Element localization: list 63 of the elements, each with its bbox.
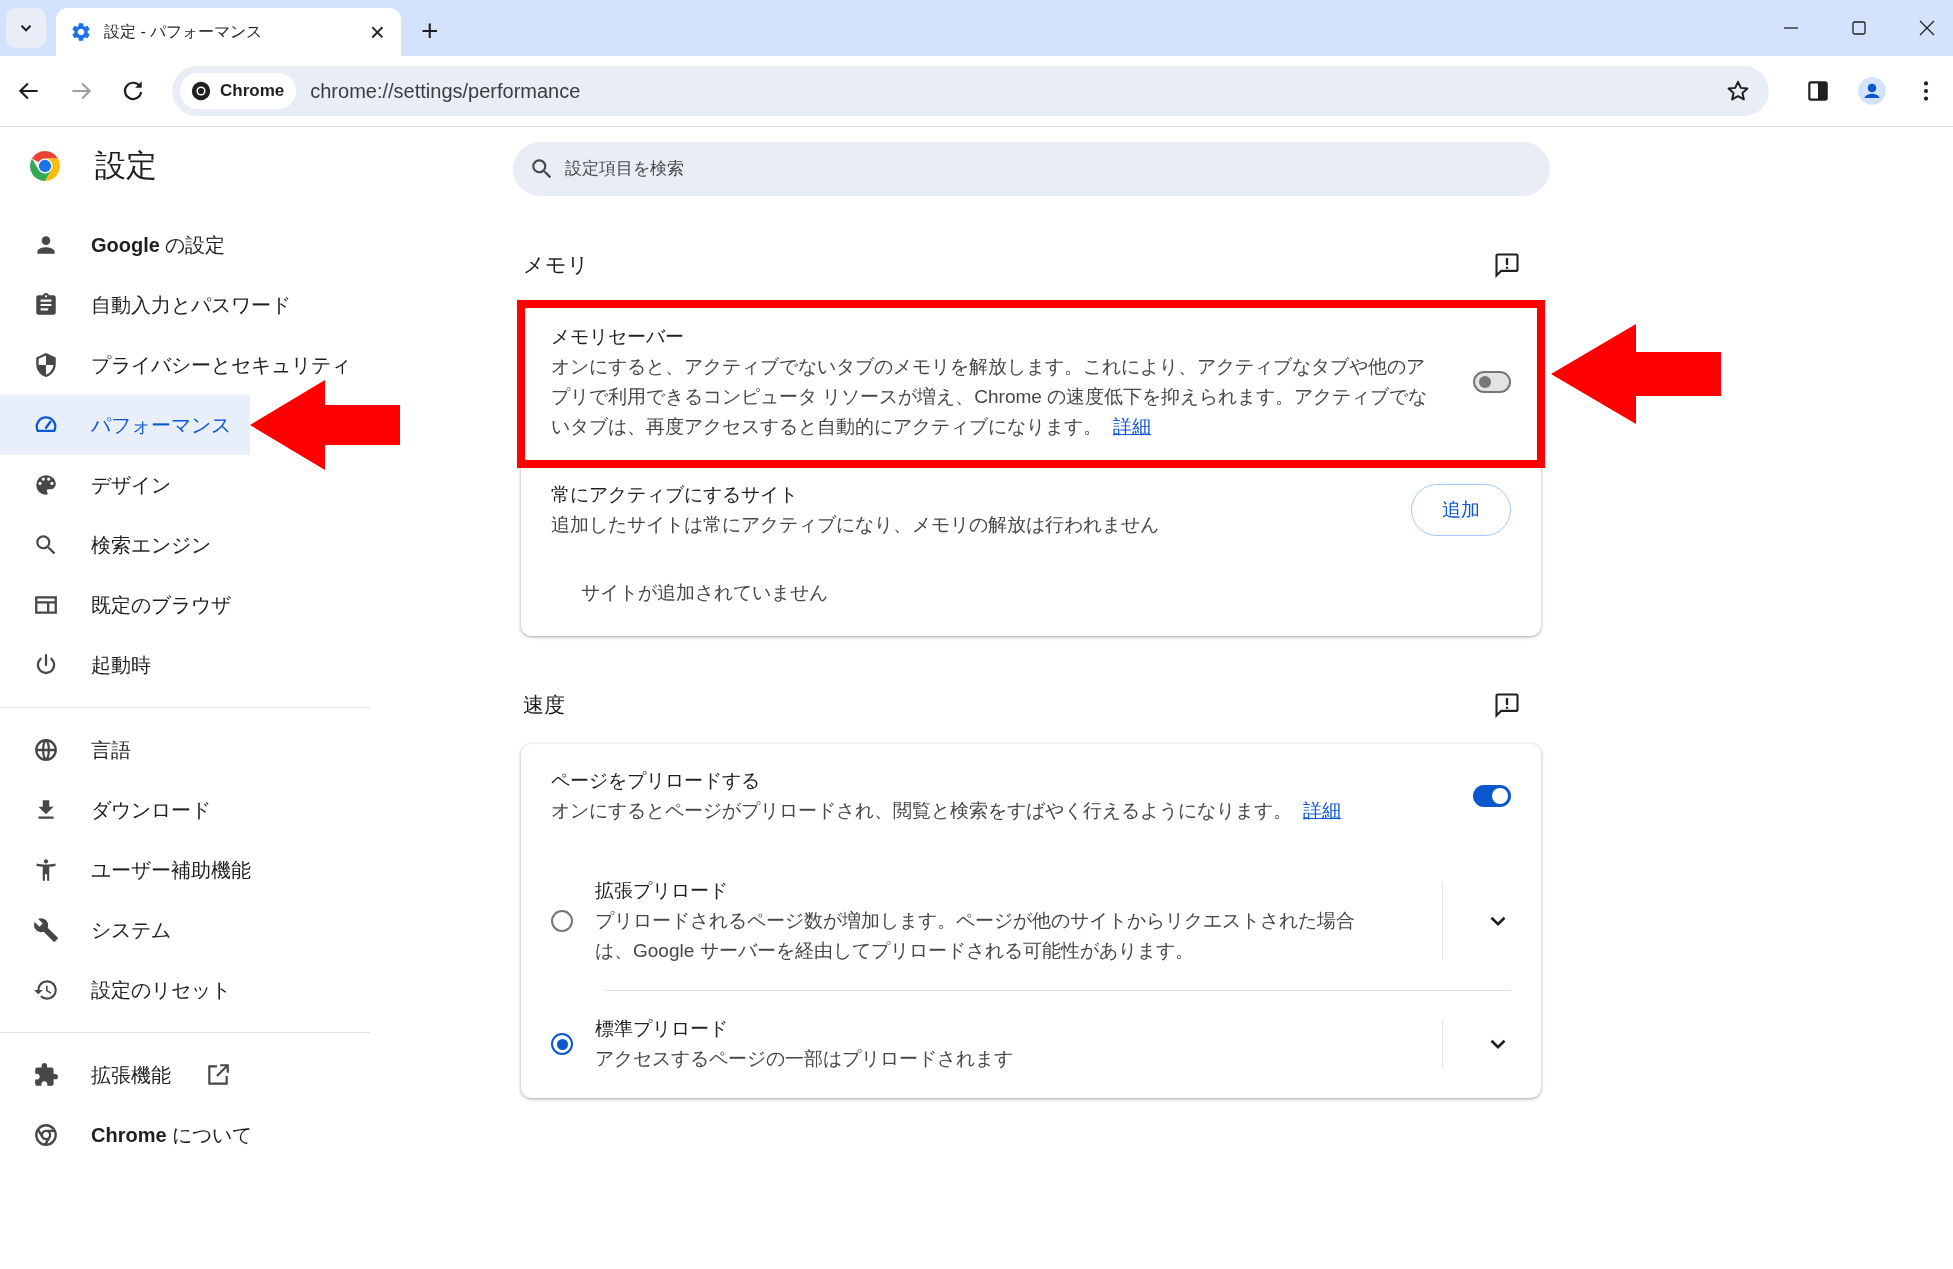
setting-title: メモリセーバー <box>551 325 685 349</box>
setting-description: オンにすると、アクティブでないタブのメモリを解放します。これにより、アクティブなタブや他のアプリで利用できるコンピュータ リソースが増え、Chrome の速度低下を抑えられます。アクティブでないタブは、再度アクセスすると自動的にアクティブになります。 詳細 <box>551 355 1429 439</box>
option-title: 拡張プリロード <box>595 879 729 903</box>
close-icon[interactable] <box>1917 18 1937 38</box>
globe-icon <box>33 737 59 763</box>
sidebar-item[interactable]: 言語 <box>0 720 360 780</box>
sidebar-item[interactable]: Chrome について <box>0 1105 360 1165</box>
learn-more-link[interactable]: 詳細 <box>1303 800 1342 821</box>
toggle-switch[interactable] <box>1473 371 1511 393</box>
profile-avatar-icon[interactable] <box>1857 76 1887 106</box>
clipboard-icon <box>33 292 59 318</box>
setting-description: オンにするとページがプリロードされ、閲覧と検索をすばやく行えるようになります。 詳細 <box>551 799 1343 823</box>
chrome-logo-icon <box>27 148 63 184</box>
url-text: chrome://settings/performance <box>310 79 582 103</box>
wrench-icon <box>33 917 59 943</box>
option-description: アクセスするページの一部はプリロードされます <box>595 1047 1014 1071</box>
sidebar-item[interactable]: ユーザー補助機能 <box>0 840 360 900</box>
sidebar-item[interactable]: プライバシーとセキュリティ <box>0 335 360 395</box>
sidebar-item[interactable]: デザイン <box>0 455 360 515</box>
sidebar-item[interactable]: 既定のブラウザ <box>0 575 360 635</box>
close-tab-button[interactable]: × <box>365 19 389 45</box>
radio-button[interactable] <box>551 910 573 932</box>
palette-icon <box>33 472 59 498</box>
sidebar-item[interactable]: 設定のリセット <box>0 960 360 1020</box>
radio-button[interactable] <box>551 1033 573 1055</box>
new-tab-button[interactable]: + <box>415 16 445 46</box>
learn-more-link[interactable]: 詳細 <box>1113 416 1152 437</box>
sidebar-item[interactable]: パフォーマンス <box>0 395 250 455</box>
maximize-icon[interactable] <box>1849 18 1869 38</box>
section-title: メモリ <box>523 252 589 278</box>
setting-title: 常にアクティブにするサイト <box>551 483 799 507</box>
shield-icon <box>33 352 59 378</box>
sidebar-item[interactable]: システム <box>0 900 360 960</box>
address-bar[interactable]: Chrome chrome://settings/performance <box>172 66 1769 116</box>
history-icon <box>33 977 59 1003</box>
tab-title: 設定 - パフォーマンス <box>104 21 264 42</box>
side-panel-icon[interactable] <box>1805 78 1831 104</box>
sidebar-item[interactable]: 検索エンジン <box>0 515 360 575</box>
page-title: 設定 <box>95 147 157 185</box>
add-button[interactable]: 追加 <box>1411 484 1511 536</box>
browser-tab[interactable]: 設定 - パフォーマンス × <box>56 8 401 56</box>
sidebar-item[interactable]: 起動時 <box>0 635 360 695</box>
section-title: 速度 <box>523 692 565 718</box>
sidebar-item[interactable]: 拡張機能 <box>0 1045 360 1105</box>
site-chip[interactable]: Chrome <box>180 73 297 109</box>
chrome-logo-icon <box>33 1122 59 1148</box>
accessibility-icon <box>33 857 59 883</box>
toggle-switch[interactable] <box>1473 785 1511 807</box>
external-link-icon <box>205 1062 231 1088</box>
sidebar-item[interactable]: ダウンロード <box>0 780 360 840</box>
sidebar-item[interactable]: 自動入力とパスワード <box>0 275 360 335</box>
gear-icon <box>70 21 92 43</box>
setting-description: 追加したサイトは常にアクティブになり、メモリの解放は行われません <box>551 513 1160 537</box>
feedback-icon[interactable] <box>1493 691 1521 719</box>
setting-title: ページをプリロードする <box>551 769 761 793</box>
empty-list-message: サイトが追加されていません <box>580 581 829 605</box>
option-title: 標準プリロード <box>595 1017 729 1041</box>
puzzle-icon <box>33 1062 59 1088</box>
chrome-logo-icon <box>190 80 212 102</box>
search-field[interactable]: 設定項目を検索 <box>513 142 1550 196</box>
feedback-icon[interactable] <box>1493 251 1521 279</box>
option-description: プリロードされるページ数が増加します。ページが他のサイトからリクエストされた場合は、Google サーバーを経由してプリロードされる可能性があります。 <box>595 909 1356 963</box>
sidebar-item[interactable]: Google の設定 <box>0 215 360 275</box>
